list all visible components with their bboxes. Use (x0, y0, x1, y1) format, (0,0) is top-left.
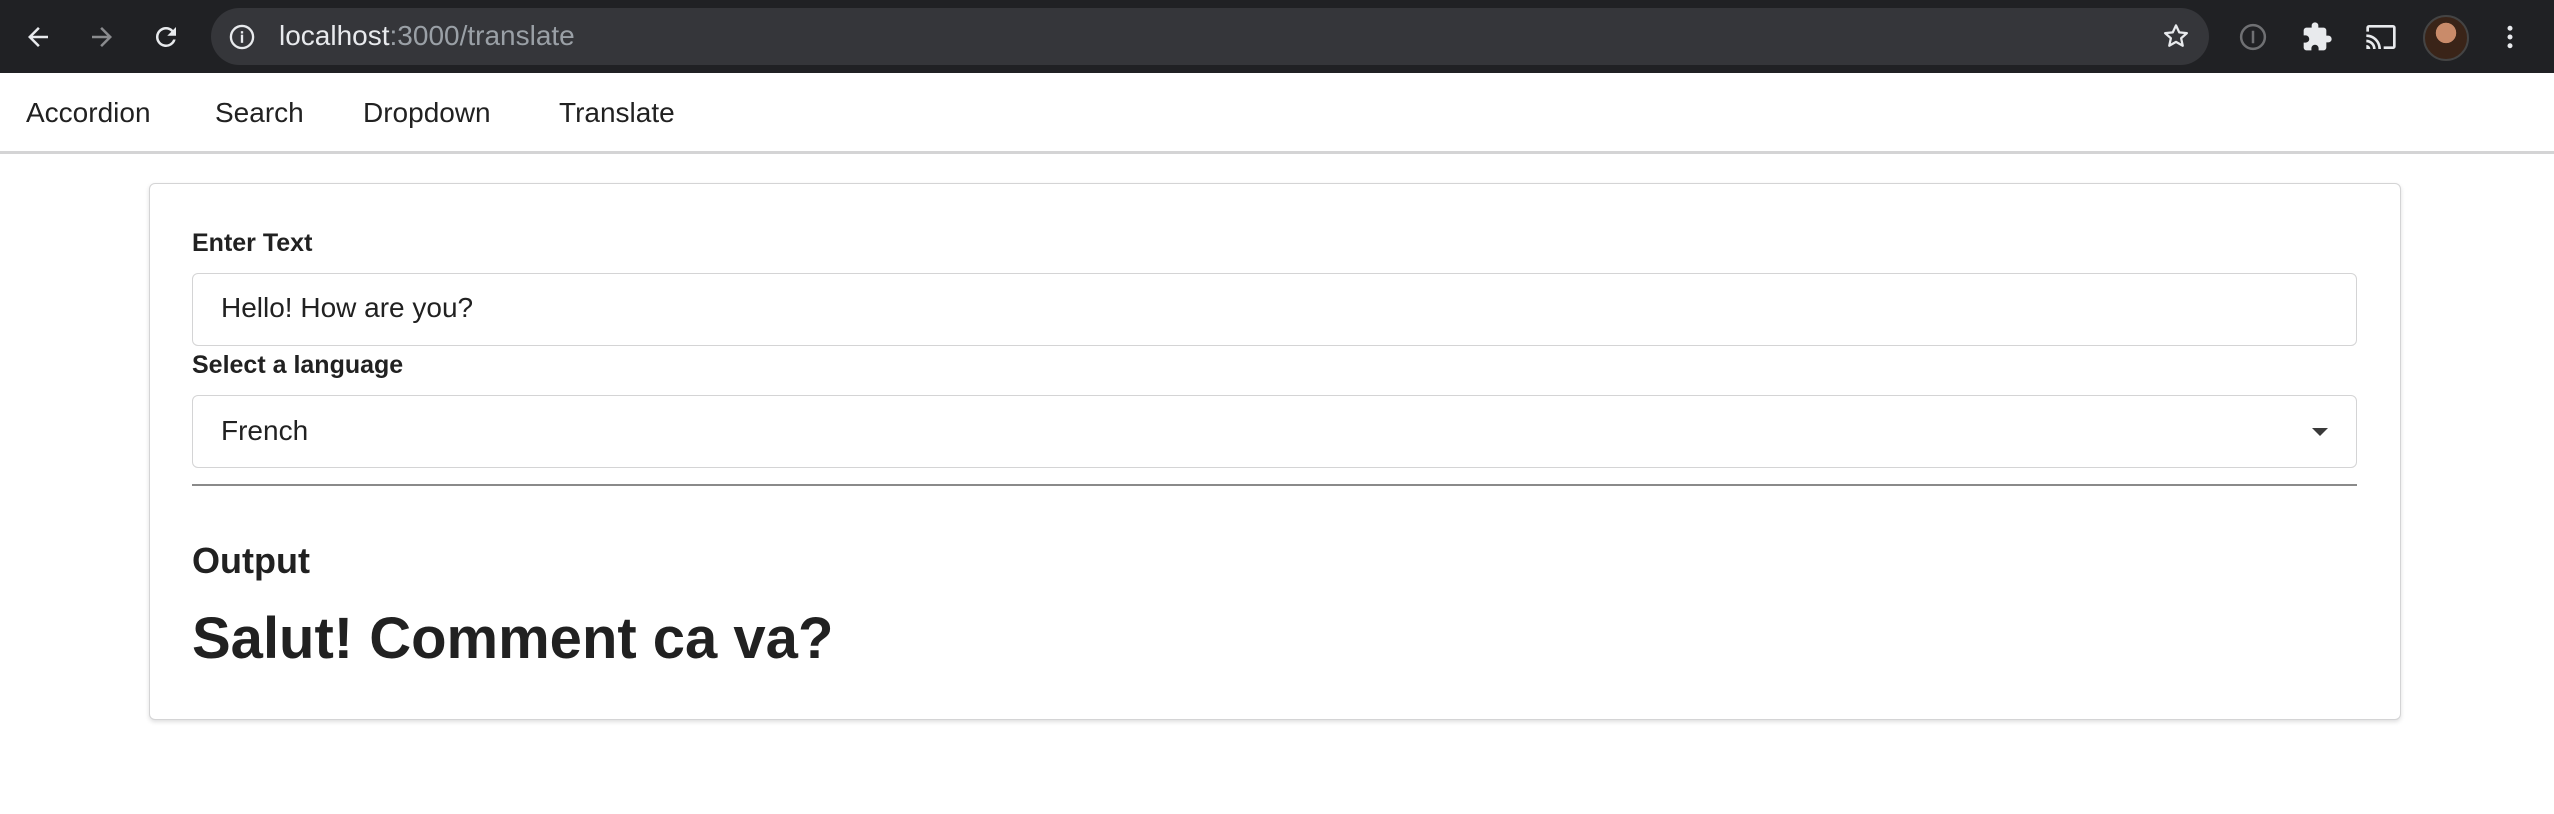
arrow-left-icon (28, 27, 48, 47)
cast-icon[interactable] (2361, 17, 2401, 57)
nav-item-search[interactable]: Search (215, 97, 304, 129)
translate-card: Enter Text Select a language French Outp… (149, 183, 2401, 720)
language-dropdown[interactable]: French (192, 395, 2357, 468)
dropdown-caret-icon (2312, 428, 2328, 436)
arrow-right-icon (92, 27, 112, 47)
site-info-icon[interactable] (228, 23, 256, 56)
nav-item-dropdown[interactable]: Dropdown (363, 97, 491, 129)
address-bar[interactable]: localhost:3000/translate (211, 8, 2209, 65)
text-input-field[interactable] (192, 273, 2357, 346)
top-nav-menu: Accordion Search Dropdown Translate (0, 73, 2554, 154)
extensions-puzzle-icon[interactable] (2297, 17, 2337, 57)
output-heading: Output (192, 540, 310, 581)
back-button[interactable] (18, 17, 58, 57)
translated-output: Salut! Comment ca va? (192, 606, 834, 671)
url-text: localhost:3000/translate (279, 20, 575, 52)
profile-avatar[interactable] (2423, 15, 2469, 61)
more-vert-icon[interactable] (2490, 17, 2530, 57)
text-input[interactable] (221, 292, 2321, 324)
bookmark-star-icon[interactable] (2161, 21, 2191, 56)
divider (192, 484, 2357, 486)
forward-button[interactable] (82, 17, 122, 57)
nav-item-accordion[interactable]: Accordion (26, 97, 151, 129)
reload-button[interactable] (146, 17, 186, 57)
select-language-label: Select a language (192, 351, 404, 379)
url-host: localhost (279, 20, 390, 51)
nav-item-translate[interactable]: Translate (559, 97, 675, 129)
enter-text-label: Enter Text (192, 229, 313, 257)
extension-info-icon[interactable] (2233, 17, 2273, 57)
url-path: :3000/translate (389, 20, 575, 51)
reload-icon (155, 26, 176, 47)
language-selected-value: French (221, 415, 309, 446)
browser-toolbar: localhost:3000/translate (0, 0, 2554, 73)
